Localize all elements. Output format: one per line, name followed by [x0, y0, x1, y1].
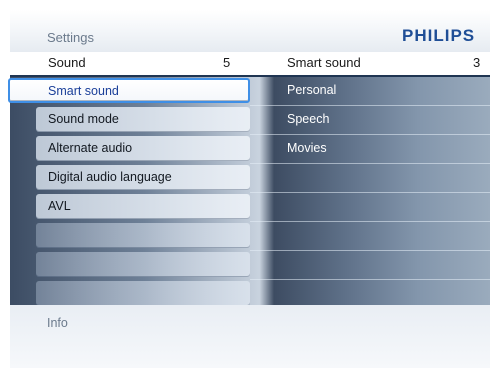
menu-item-empty [36, 223, 250, 248]
right-header-label: Smart sound [287, 55, 361, 70]
menu-item-sound-mode[interactable]: Sound mode [36, 107, 250, 132]
menu-item-empty [36, 281, 250, 306]
menu-item-empty [36, 252, 250, 277]
right-column-header: Smart sound 3 [250, 52, 490, 77]
right-header-count: 3 [473, 55, 481, 70]
option-personal[interactable]: Personal [250, 77, 490, 106]
left-header-count: 5 [223, 55, 231, 70]
page-title: Settings [47, 30, 94, 45]
menu-item-smart-sound[interactable]: Smart sound [8, 78, 250, 103]
smart-sound-options-list: Personal Speech Movies [250, 77, 490, 305]
option-empty [250, 251, 490, 280]
left-column-header: Sound 5 [10, 52, 250, 77]
option-empty [250, 222, 490, 251]
left-header-label: Sound [48, 55, 86, 70]
info-band [10, 305, 490, 368]
info-label: Info [47, 316, 68, 330]
menu-item-alternate-audio[interactable]: Alternate audio [36, 136, 250, 161]
sound-menu-list: Smart sound Sound mode Alternate audio D… [8, 77, 250, 306]
menu-item-avl[interactable]: AVL [36, 194, 250, 219]
option-empty [250, 193, 490, 222]
option-movies[interactable]: Movies [250, 135, 490, 164]
option-empty [250, 164, 490, 193]
menu-item-digital-audio-language[interactable]: Digital audio language [36, 165, 250, 190]
option-speech[interactable]: Speech [250, 106, 490, 135]
philips-logo: PHILIPS [402, 26, 476, 45]
